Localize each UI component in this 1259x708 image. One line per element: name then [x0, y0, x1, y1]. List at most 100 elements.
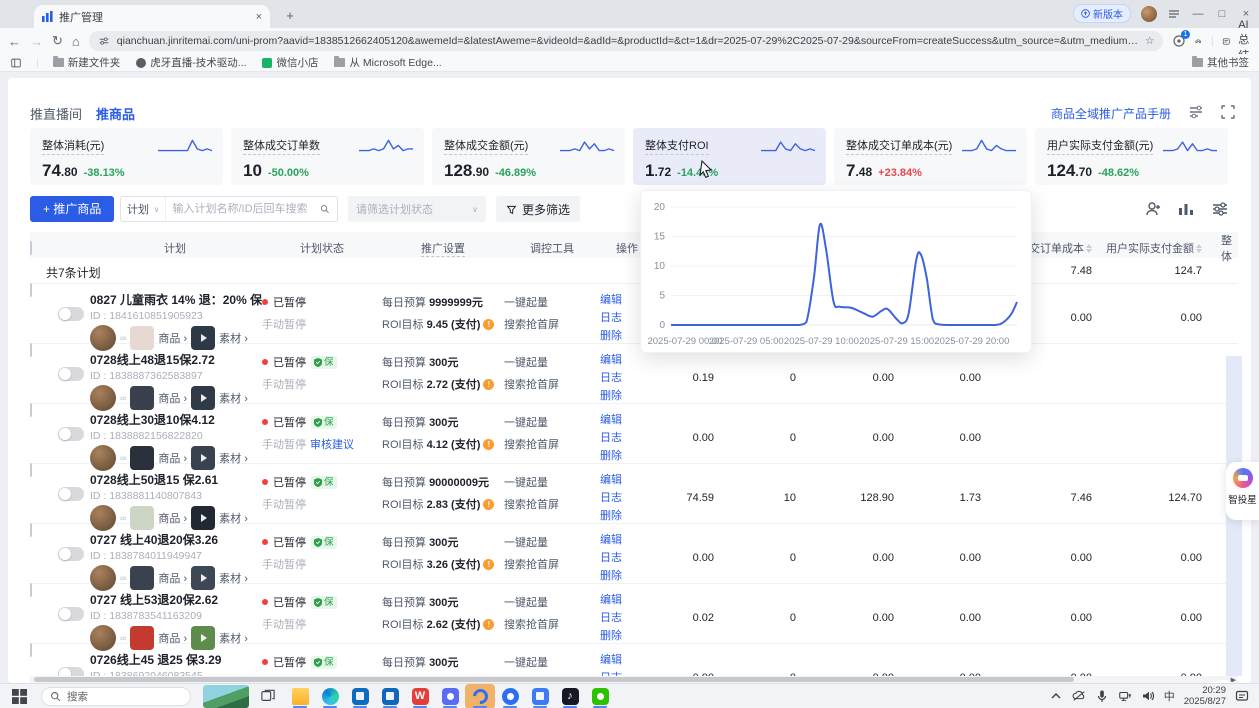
tab-promote-product[interactable]: 推商品	[96, 104, 135, 123]
row-checkbox[interactable]	[30, 583, 32, 597]
plan-title[interactable]: 0727 线上53退20保2.62	[90, 591, 262, 608]
volume-icon[interactable]	[1141, 689, 1155, 703]
log-link[interactable]: 日志	[600, 609, 654, 625]
header-settings[interactable]: 推广设置	[382, 240, 504, 256]
search-input[interactable]	[166, 203, 320, 215]
delete-link[interactable]: 删除	[600, 447, 654, 463]
blue-circle-app-icon[interactable]	[495, 684, 525, 708]
search-first-screen[interactable]: 搜索抢首屏	[504, 556, 600, 572]
other-bookmarks[interactable]: 其他书签	[1192, 55, 1249, 70]
plan-title[interactable]: 0827 儿童雨衣 14% 退：20% 保：9.92	[90, 291, 262, 308]
log-link[interactable]: 日志	[600, 549, 654, 565]
back-icon[interactable]: ←	[8, 34, 21, 49]
row-checkbox[interactable]	[30, 643, 32, 657]
scrollbar-thumb[interactable]	[34, 677, 1074, 682]
plan-title[interactable]: 0726线上45 退25 保3.29	[90, 651, 262, 668]
metric-card[interactable]: 整体消耗(元)74.80-38.13%	[30, 128, 223, 185]
header-plan[interactable]: 计划	[88, 240, 262, 256]
extension-badge-icon[interactable]: 1	[1172, 34, 1186, 49]
row-toggle[interactable]	[58, 367, 84, 381]
widgets-weather-image[interactable]	[203, 685, 249, 708]
side-panel-icon[interactable]	[10, 57, 22, 69]
new-version-button[interactable]: 新版本	[1073, 4, 1131, 23]
task-view-icon[interactable]	[261, 689, 275, 703]
header-tools[interactable]: 调控工具	[504, 240, 600, 256]
network-icon[interactable]	[1118, 689, 1132, 703]
promote-product-button[interactable]: + 推广商品	[30, 196, 114, 222]
layout-settings-icon[interactable]	[1187, 103, 1205, 121]
row-toggle[interactable]	[58, 307, 84, 321]
product-manual-link[interactable]: 商品全域推广产品手册	[1051, 105, 1171, 122]
row-toggle[interactable]	[58, 487, 84, 501]
header-metric[interactable]: 用户实际支付金额	[1100, 240, 1210, 256]
microphone-icon[interactable]	[1095, 689, 1109, 703]
edit-link[interactable]: 编辑	[600, 531, 654, 547]
minimize-icon[interactable]: —	[1191, 8, 1205, 20]
metric-card[interactable]: 用户实际支付金额(元)124.70-48.62%	[1035, 128, 1228, 185]
cloud-app-icon[interactable]	[525, 684, 555, 708]
row-toggle[interactable]	[58, 667, 84, 676]
row-checkbox[interactable]	[30, 343, 32, 357]
row-checkbox[interactable]	[30, 463, 32, 477]
row-toggle[interactable]	[58, 427, 84, 441]
edge-icon[interactable]	[315, 684, 345, 708]
log-link[interactable]: 日志	[600, 429, 654, 445]
reload-icon[interactable]: ↻	[52, 33, 63, 49]
row-toggle[interactable]	[58, 547, 84, 561]
site-settings-icon[interactable]	[98, 35, 110, 47]
browser-tab[interactable]: 推广管理 ×	[34, 5, 270, 28]
search-icon[interactable]	[320, 203, 330, 215]
active-browser-icon[interactable]	[465, 684, 495, 708]
custom-columns-icon[interactable]	[1176, 199, 1196, 219]
search-first-screen[interactable]: 搜索抢首屏	[504, 376, 600, 392]
delete-link[interactable]: 删除	[600, 567, 654, 583]
one-key-boost[interactable]: 一键起量	[504, 294, 600, 310]
edit-link[interactable]: 编辑	[600, 591, 654, 607]
metric-card[interactable]: 整体成交订单数10-50.00%	[231, 128, 424, 185]
row-toggle[interactable]	[58, 607, 84, 621]
delete-link[interactable]: 删除	[600, 387, 654, 403]
wps-icon[interactable]: W	[405, 684, 435, 708]
log-link[interactable]: 日志	[600, 669, 654, 676]
bookmark-item[interactable]: 虎牙直播-技术驱动...	[136, 55, 246, 70]
bookmark-star-icon[interactable]: ☆	[1145, 35, 1154, 47]
header-status[interactable]: 计划状态	[262, 240, 382, 256]
start-button-icon[interactable]	[12, 689, 27, 704]
row-checkbox[interactable]	[30, 523, 32, 537]
one-key-boost[interactable]: 一键起量	[504, 354, 600, 370]
more-filters-button[interactable]: 更多筛选	[496, 196, 580, 222]
fullscreen-icon[interactable]	[1219, 103, 1237, 121]
delete-link[interactable]: 删除	[600, 627, 654, 643]
sort-icon[interactable]	[1196, 244, 1202, 253]
url-bar[interactable]: qianchuan.jinritemai.com/uni-prom?aavid=…	[89, 31, 1164, 51]
tab-close-icon[interactable]: ×	[256, 11, 262, 23]
home-icon[interactable]: ⌂	[72, 34, 80, 49]
bookmark-item[interactable]: 从 Microsoft Edge...	[334, 55, 441, 70]
search-first-screen[interactable]: 搜索抢首屏	[504, 436, 600, 452]
plan-title[interactable]: 0728线上48退15保2.72	[90, 351, 262, 368]
plan-type-select[interactable]: 计划∨	[121, 197, 166, 221]
tab-live-room[interactable]: 推直播间	[30, 104, 82, 123]
close-window-icon[interactable]: ×	[1239, 8, 1253, 20]
outlook-icon[interactable]	[375, 684, 405, 708]
one-key-boost[interactable]: 一键起量	[504, 414, 600, 430]
taskbar-search[interactable]: 搜索	[41, 687, 191, 706]
filter-sliders-icon[interactable]	[1210, 199, 1230, 219]
search-first-screen[interactable]: 搜索抢首屏	[504, 316, 600, 332]
status-filter-select[interactable]: 请筛选计划状态∨	[348, 196, 486, 222]
row-checkbox[interactable]	[30, 283, 32, 297]
microsoft-store-icon[interactable]	[345, 684, 375, 708]
ime-indicator[interactable]: 中	[1164, 688, 1175, 704]
metric-card[interactable]: 整体成交订单成本(元)7.48+23.84%	[834, 128, 1027, 185]
metric-card[interactable]: 整体成交金额(元)128.90-46.89%	[432, 128, 625, 185]
onedrive-paused-icon[interactable]	[1072, 689, 1086, 703]
one-key-boost[interactable]: 一键起量	[504, 534, 600, 550]
hidden-icons-chevron[interactable]	[1049, 689, 1063, 703]
notification-center-icon[interactable]	[1235, 689, 1249, 703]
log-link[interactable]: 日志	[600, 489, 654, 505]
account-manager-icon[interactable]	[1144, 199, 1164, 219]
plan-title[interactable]: 0727 线上40退20保3.26	[90, 531, 262, 548]
delete-link[interactable]: 删除	[600, 507, 654, 523]
plan-title[interactable]: 0728线上50退15 保2.61	[90, 471, 262, 488]
new-tab-icon[interactable]: +	[282, 8, 298, 24]
